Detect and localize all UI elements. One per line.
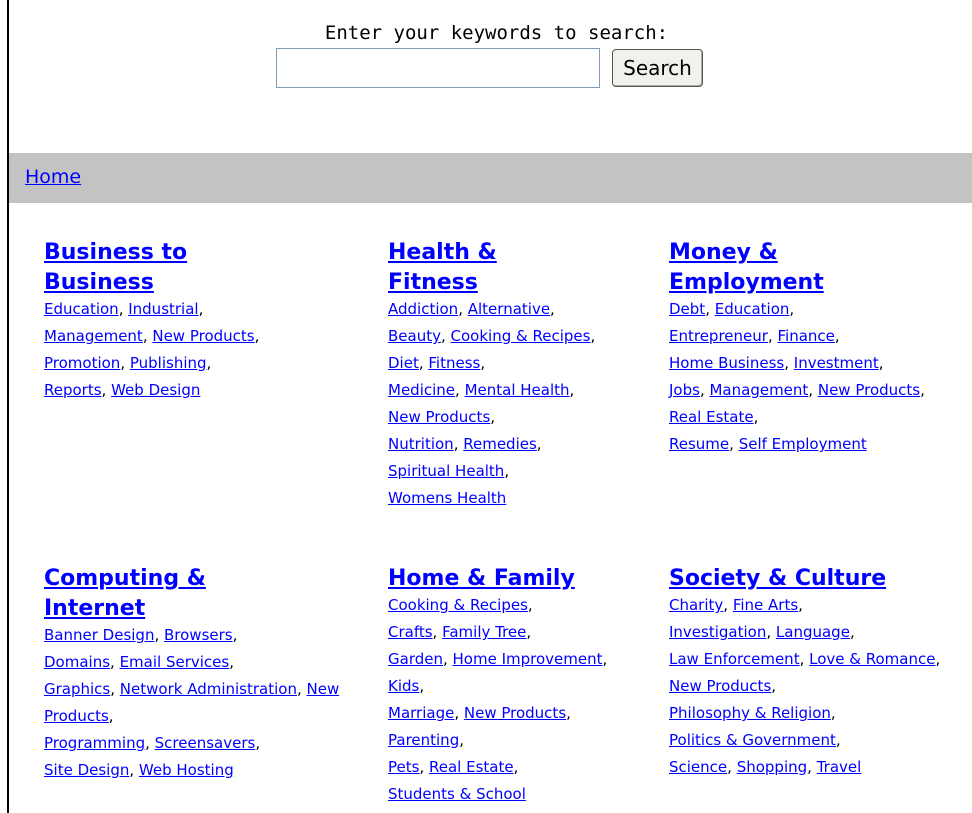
link-alternative[interactable]: Alternative xyxy=(468,300,550,318)
link-womens-health[interactable]: Womens Health xyxy=(388,489,506,507)
page-frame: Enter your keywords to search: Search Ho… xyxy=(7,0,972,813)
link-finance[interactable]: Finance xyxy=(777,327,834,345)
link-programming[interactable]: Programming xyxy=(44,734,145,752)
link-promotion[interactable]: Promotion xyxy=(44,354,120,372)
category-money: Money & Employment Debt, Education, Entr… xyxy=(669,238,969,458)
link-science[interactable]: Science xyxy=(669,758,727,776)
link-site-design[interactable]: Site Design xyxy=(44,761,129,779)
link-investigation[interactable]: Investigation xyxy=(669,623,766,641)
link-self-employment[interactable]: Self Employment xyxy=(739,435,867,453)
search-area: Enter your keywords to search: Search xyxy=(9,22,972,88)
link-resume[interactable]: Resume xyxy=(669,435,729,453)
link-web-hosting[interactable]: Web Hosting xyxy=(139,761,234,779)
category-home-family: Home & Family Cooking & Recipes, Crafts,… xyxy=(388,564,648,808)
link-reports[interactable]: Reports xyxy=(44,381,102,399)
link-browsers[interactable]: Browsers xyxy=(164,626,233,644)
link-philosophy-religion[interactable]: Philosophy & Religion xyxy=(669,704,831,722)
link-management[interactable]: Management xyxy=(709,381,808,399)
category-title-business[interactable]: Business to Business xyxy=(44,238,234,298)
link-industrial[interactable]: Industrial xyxy=(128,300,198,318)
category-links-home-family: Cooking & Recipes, Crafts, Family Tree, … xyxy=(388,596,608,803)
link-new-products[interactable]: New Products xyxy=(464,704,566,722)
link-cooking-recipes[interactable]: Cooking & Recipes xyxy=(451,327,591,345)
link-charity[interactable]: Charity xyxy=(669,596,723,614)
link-banner-design[interactable]: Banner Design xyxy=(44,626,154,644)
link-jobs[interactable]: Jobs xyxy=(669,381,700,399)
link-home-improvement[interactable]: Home Improvement xyxy=(453,650,603,668)
link-beauty[interactable]: Beauty xyxy=(388,327,441,345)
search-prompt: Enter your keywords to search: xyxy=(324,22,669,44)
link-publishing[interactable]: Publishing xyxy=(130,354,207,372)
link-entrepreneur[interactable]: Entrepreneur xyxy=(669,327,768,345)
category-title-home-family[interactable]: Home & Family xyxy=(388,564,648,594)
link-love-romance[interactable]: Love & Romance xyxy=(809,650,935,668)
link-real-estate[interactable]: Real Estate xyxy=(669,408,754,426)
link-cooking-recipes[interactable]: Cooking & Recipes xyxy=(388,596,528,614)
link-real-estate[interactable]: Real Estate xyxy=(429,758,514,776)
breadcrumb-bar: Home xyxy=(9,153,972,203)
link-fitness[interactable]: Fitness xyxy=(428,354,480,372)
link-law-enforcement[interactable]: Law Enforcement xyxy=(669,650,800,668)
link-marriage[interactable]: Marriage xyxy=(388,704,454,722)
home-link[interactable]: Home xyxy=(25,166,81,188)
link-graphics[interactable]: Graphics xyxy=(44,680,110,698)
link-web-design[interactable]: Web Design xyxy=(111,381,200,399)
category-title-computing[interactable]: Computing & Internet xyxy=(44,564,254,624)
link-travel[interactable]: Travel xyxy=(817,758,862,776)
search-row: Search xyxy=(7,48,972,88)
link-remedies[interactable]: Remedies xyxy=(463,435,537,453)
link-diet[interactable]: Diet xyxy=(388,354,419,372)
link-kids[interactable]: Kids xyxy=(388,677,419,695)
link-screensavers[interactable]: Screensavers xyxy=(155,734,256,752)
link-crafts[interactable]: Crafts xyxy=(388,623,433,641)
link-email-services[interactable]: Email Services xyxy=(120,653,230,671)
link-domains[interactable]: Domains xyxy=(44,653,110,671)
link-shopping[interactable]: Shopping xyxy=(737,758,807,776)
link-debt[interactable]: Debt xyxy=(669,300,705,318)
search-button[interactable]: Search xyxy=(612,49,703,87)
category-computing: Computing & Internet Banner Design, Brow… xyxy=(44,564,344,784)
category-links-health: Addiction, Alternative, Beauty, Cooking … xyxy=(388,300,596,507)
link-spiritual-health[interactable]: Spiritual Health xyxy=(388,462,504,480)
category-title-society[interactable]: Society & Culture xyxy=(669,564,969,594)
link-parenting[interactable]: Parenting xyxy=(388,731,459,749)
link-medicine[interactable]: Medicine xyxy=(388,381,455,399)
link-garden[interactable]: Garden xyxy=(388,650,443,668)
link-politics-government[interactable]: Politics & Government xyxy=(669,731,836,749)
category-business: Business to Business Education, Industri… xyxy=(44,238,344,404)
link-education[interactable]: Education xyxy=(44,300,119,318)
category-links-business: Education, Industrial, Management, New P… xyxy=(44,300,260,399)
link-network-administration[interactable]: Network Administration xyxy=(120,680,297,698)
category-health: Health & Fitness Addiction, Alternative,… xyxy=(388,238,628,512)
category-title-health[interactable]: Health & Fitness xyxy=(388,238,538,298)
search-input[interactable] xyxy=(276,48,601,88)
link-fine-arts[interactable]: Fine Arts xyxy=(733,596,798,614)
link-pets[interactable]: Pets xyxy=(388,758,419,776)
category-links-society: Charity, Fine Arts, Investigation, Langu… xyxy=(669,596,941,776)
link-new-products[interactable]: New Products xyxy=(152,327,254,345)
link-education[interactable]: Education xyxy=(715,300,790,318)
link-addiction[interactable]: Addiction xyxy=(388,300,458,318)
link-home-business[interactable]: Home Business xyxy=(669,354,784,372)
link-management[interactable]: Management xyxy=(44,327,143,345)
link-new-products[interactable]: New Products xyxy=(388,408,490,426)
link-nutrition[interactable]: Nutrition xyxy=(388,435,454,453)
category-links-computing: Banner Design, Browsers, Domains, Email … xyxy=(44,626,340,779)
category-links-money: Debt, Education, Entrepreneur, Finance, … xyxy=(669,300,925,453)
link-students-school[interactable]: Students & School xyxy=(388,785,526,803)
link-language[interactable]: Language xyxy=(776,623,850,641)
link-investment[interactable]: Investment xyxy=(794,354,879,372)
link-family-tree[interactable]: Family Tree xyxy=(442,623,526,641)
category-society: Society & Culture Charity, Fine Arts, In… xyxy=(669,564,969,781)
link-new-products[interactable]: New Products xyxy=(669,677,771,695)
link-new-products[interactable]: New Products xyxy=(818,381,920,399)
category-title-money[interactable]: Money & Employment xyxy=(669,238,869,298)
link-mental-health[interactable]: Mental Health xyxy=(465,381,570,399)
